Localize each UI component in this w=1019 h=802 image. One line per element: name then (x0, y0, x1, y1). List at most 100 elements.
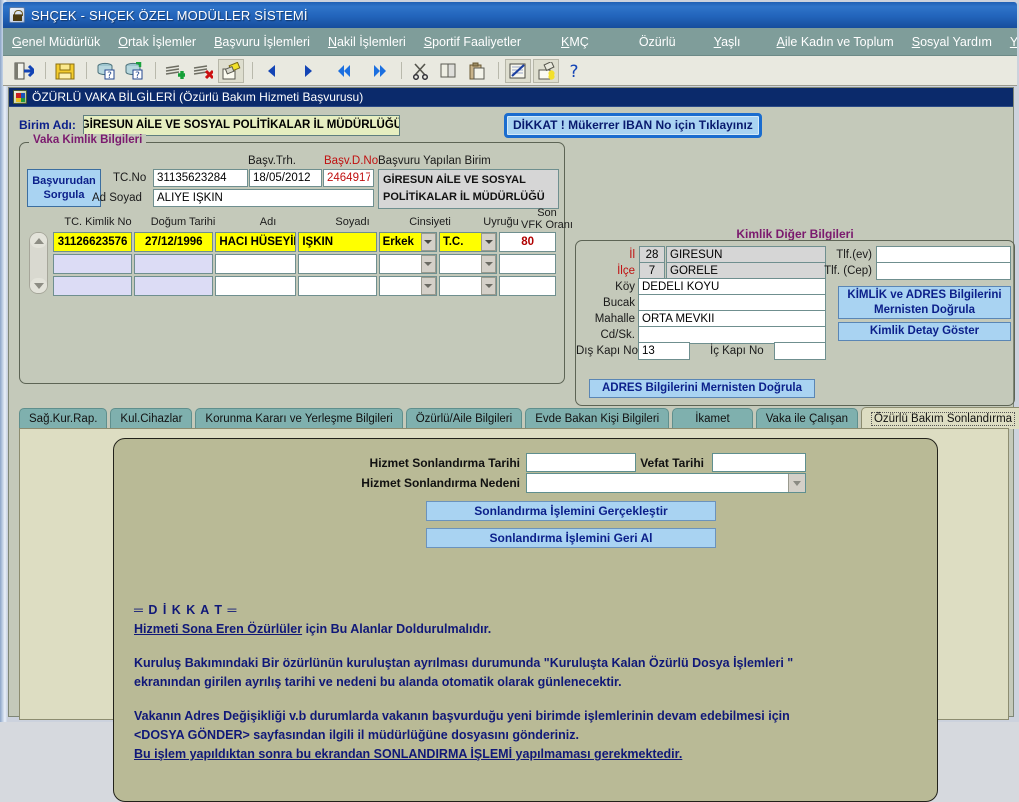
menu-item-basvuru-islemleri[interactable]: Başvuru İşlemleri (205, 28, 319, 55)
menu-label: aşvuru İşlemleri (222, 34, 310, 49)
tab-korunma-karari-ve-yerlesme-bilgileri[interactable]: Korunma Kararı ve Yerleşme Bilgileri (195, 408, 403, 429)
bucak-label: Bucak (603, 297, 635, 309)
mdi-title-text: ÖZÜRLÜ VAKA BİLGİLERİ (Özürlü Bakım Hizm… (32, 90, 364, 104)
grid-scrollbar[interactable] (29, 232, 48, 294)
mukerrer-iban-button[interactable]: DİKKAT ! Mükerrer IBAN No için Tıklayını… (503, 112, 762, 138)
cell-dogum-tarihi[interactable] (134, 254, 214, 274)
basv-trh-input[interactable] (249, 169, 322, 187)
cell-dogum-tarihi[interactable] (134, 276, 214, 296)
adres-mernis-dogrula-button[interactable]: ADRES Bilgilerini Mernisten Doğrula (589, 379, 815, 398)
cell-tc-kimlik-no[interactable] (53, 254, 133, 274)
tab-label: Sağ.Kur.Rap. (29, 413, 98, 425)
menu-item-yasli[interactable]: Yaşlı (705, 28, 750, 55)
dikkat-line1-underlined: Hizmeti Sona Eren Özürlüler (134, 622, 303, 636)
menu-label: Özürlü (638, 34, 676, 49)
menu-item-aile-kadin-toplum[interactable]: Aile Kadın ve Toplum (768, 28, 903, 55)
tab-label: Evde Bakan Kişi Bilgileri (535, 413, 660, 425)
table-row[interactable]: 31126623576 27/12/1996 HACI HÜSEYİN IŞKI… (53, 232, 558, 252)
cell-soyadi[interactable] (298, 254, 377, 274)
query-database-new-icon[interactable]: ? (121, 59, 147, 83)
menu-item-ozurlu[interactable]: Özürlü (630, 28, 685, 55)
chevron-down-icon[interactable] (420, 233, 436, 251)
tab-sag-kur-rap[interactable]: Sağ.Kur.Rap. (19, 408, 108, 429)
cell-tc-kimlik-no[interactable] (53, 276, 133, 296)
basv-dno-input[interactable] (323, 169, 374, 187)
next-record-icon[interactable] (295, 59, 321, 83)
cell-vfk-orani[interactable] (499, 254, 556, 274)
fill-icon[interactable] (533, 58, 559, 83)
cell-adi[interactable]: HACI HÜSEYİN (215, 232, 297, 252)
chevron-down-icon[interactable] (481, 277, 497, 295)
menu-item-kmc[interactable]: KMÇ (552, 28, 598, 55)
ic-kapi-no-input[interactable] (774, 342, 826, 360)
cell-uyrugu[interactable] (438, 254, 498, 274)
cell-vfk-orani[interactable] (499, 276, 556, 296)
cell-cinsiyeti[interactable] (378, 254, 437, 274)
ad-soyad-input[interactable] (153, 189, 374, 207)
menu-item-sosyal-yardim[interactable]: Sosyal Yardım (903, 28, 1001, 55)
cell-dogum-tarihi[interactable]: 27/12/1996 (134, 232, 214, 252)
cell-cinsiyeti[interactable]: Erkek (378, 232, 437, 252)
cell-adi[interactable] (215, 276, 297, 296)
menu-item-genel-mudurluk[interactable]: Genel Müdürlük (3, 28, 109, 55)
tc-no-input[interactable] (153, 169, 248, 187)
chevron-down-icon[interactable] (420, 255, 436, 273)
cell-adi[interactable] (215, 254, 297, 274)
table-row[interactable] (53, 254, 558, 274)
tab-vaka-ile-calisan[interactable]: Vaka ile Çalışan (755, 408, 858, 429)
cell-uyrugu[interactable] (438, 276, 498, 296)
tab-ozurlu-aile-bilgileri[interactable]: Özürlü/Aile Bilgileri (405, 408, 523, 429)
vaka-grid: 31126623576 27/12/1996 HACI HÜSEYİN IŞKI… (53, 232, 558, 298)
scroll-down-icon[interactable] (30, 278, 47, 293)
paste-icon[interactable] (464, 59, 490, 83)
copy-icon[interactable] (436, 59, 462, 83)
menu-item-ortak-islemler[interactable]: Ortak İşlemler (109, 28, 205, 55)
delete-record-icon[interactable] (190, 59, 216, 83)
tab-label: Vaka ile Çalışan (765, 413, 848, 425)
cell-uyrugu[interactable]: T.C. (438, 232, 498, 252)
last-record-icon[interactable] (367, 59, 393, 83)
tab-evde-bakan-kisi-bilgileri[interactable]: Evde Bakan Kişi Bilgileri (525, 408, 670, 429)
menu-item-sportif-faaliyetler[interactable]: Sportif Faaliyetler (415, 28, 530, 55)
ilce-label: İlçe (617, 265, 635, 277)
chevron-down-icon[interactable] (420, 277, 436, 295)
cell-vfk-orani[interactable]: 80 (499, 232, 556, 252)
cut-icon[interactable] (408, 59, 434, 83)
scroll-up-icon[interactable] (30, 233, 47, 248)
birim-adi-value: GİRESUN AİLE VE SOSYAL POLİTİKALAR İL MÜ… (82, 114, 400, 136)
cell-soyadi[interactable]: IŞKIN (298, 232, 377, 252)
cell-soyadi[interactable] (298, 276, 377, 296)
chevron-down-icon[interactable] (481, 255, 497, 273)
clear-icon[interactable] (218, 58, 244, 83)
sorgula-line1: Başvurudan (32, 175, 96, 187)
first-record-icon[interactable] (331, 59, 357, 83)
tab-ozurlu-bakim-sonlandirma[interactable]: Özürlü Bakım Sonlandırma (860, 407, 1019, 429)
basvurudan-sorgula-button[interactable]: Başvurudan Sorgula (27, 169, 101, 207)
cell-cinsiyeti[interactable] (378, 276, 437, 296)
chevron-down-icon[interactable] (788, 474, 805, 492)
sonlandirma-geri-al-button[interactable]: Sonlandırma İşlemini Geri Al (426, 528, 716, 548)
tab-kul-cihazlar[interactable]: Kul.Cihazlar (110, 408, 193, 429)
query-database-icon[interactable]: ? (93, 59, 119, 83)
exit-icon[interactable] (11, 59, 37, 83)
menu-item-yetki-duzeyi[interactable]: Yetki Düzeyi (1001, 28, 1017, 55)
kimlik-detay-goster-button[interactable]: Kimlik Detay Göster (838, 322, 1011, 341)
help-icon[interactable]: ? (561, 59, 587, 83)
hizmet-sonlandirma-nedeni-combo[interactable] (526, 473, 806, 493)
tab-ikamet[interactable]: İkamet (672, 408, 753, 429)
menu-item-nakil-islemleri[interactable]: Nakil İşlemleri (319, 28, 415, 55)
cd-sk-label: Cd/Sk. (600, 329, 635, 341)
toolbar-separator (45, 62, 46, 79)
chevron-down-icon[interactable] (481, 233, 497, 251)
save-icon[interactable] (52, 59, 78, 83)
tlf-cep-input[interactable] (876, 262, 1011, 280)
kimlik-adres-mernis-dogrula-button[interactable]: KİMLİK ve ADRES Bilgilerini Mernisten Do… (838, 286, 1011, 319)
sonlandirma-gerceklestir-button[interactable]: Sonlandırma İşlemini Gerçekleştir (426, 501, 716, 521)
add-record-icon[interactable] (162, 59, 188, 83)
vefat-tarihi-input[interactable] (712, 453, 806, 472)
previous-record-icon[interactable] (259, 59, 285, 83)
edit-query-icon[interactable] (505, 58, 531, 83)
table-row[interactable] (53, 276, 558, 296)
dis-kapi-no-input[interactable] (638, 342, 690, 360)
cell-tc-kimlik-no[interactable]: 31126623576 (53, 232, 133, 252)
